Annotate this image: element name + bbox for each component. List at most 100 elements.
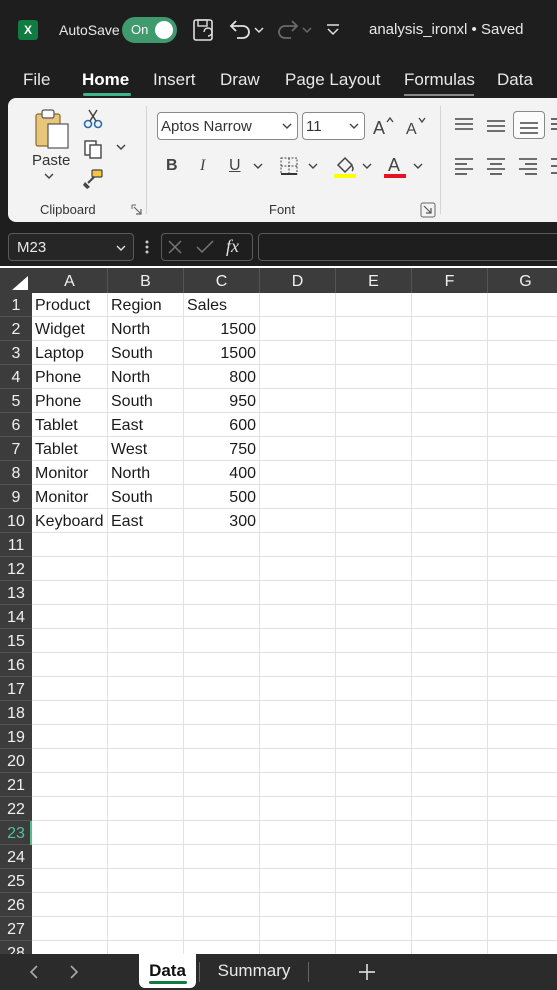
cell-e16[interactable]	[336, 653, 412, 677]
clipboard-dialog-launcher-icon[interactable]	[131, 204, 143, 216]
cell-a7[interactable]: Tablet	[32, 437, 108, 461]
cell-f17[interactable]	[412, 677, 488, 701]
column-header-f[interactable]: F	[412, 268, 488, 293]
cell-a26[interactable]	[32, 893, 108, 917]
cell-d5[interactable]	[260, 389, 336, 413]
tab-file[interactable]: File	[23, 70, 50, 90]
copy-icon[interactable]	[82, 138, 104, 160]
formula-input[interactable]	[258, 233, 557, 261]
cell-d7[interactable]	[260, 437, 336, 461]
cell-a5[interactable]: Phone	[32, 389, 108, 413]
cell-b18[interactable]	[108, 701, 184, 725]
cell-d28[interactable]	[260, 941, 336, 954]
cell-e6[interactable]	[336, 413, 412, 437]
select-all-button[interactable]	[0, 268, 32, 293]
align-left-icon[interactable]	[452, 155, 476, 177]
cell-e14[interactable]	[336, 605, 412, 629]
cell-b20[interactable]	[108, 749, 184, 773]
cell-b3[interactable]: South	[108, 341, 184, 365]
cell-e23[interactable]	[336, 821, 412, 845]
cell-e18[interactable]	[336, 701, 412, 725]
cell-e27[interactable]	[336, 917, 412, 941]
fill-color-icon[interactable]	[333, 153, 357, 179]
cell-g14[interactable]	[488, 605, 557, 629]
cell-d9[interactable]	[260, 485, 336, 509]
cell-c28[interactable]	[184, 941, 260, 954]
column-header-c[interactable]: C	[184, 268, 260, 293]
row-header-7[interactable]: 7	[0, 437, 32, 461]
cell-f4[interactable]	[412, 365, 488, 389]
cell-c11[interactable]	[184, 533, 260, 557]
cell-c6[interactable]: 600	[184, 413, 260, 437]
cell-f20[interactable]	[412, 749, 488, 773]
tab-page-layout[interactable]: Page Layout	[285, 70, 380, 90]
cell-g20[interactable]	[488, 749, 557, 773]
cell-g13[interactable]	[488, 581, 557, 605]
cell-f2[interactable]	[412, 317, 488, 341]
cell-g26[interactable]	[488, 893, 557, 917]
column-header-d[interactable]: D	[260, 268, 336, 293]
row-header-18[interactable]: 18	[0, 701, 32, 725]
cell-g5[interactable]	[488, 389, 557, 413]
cell-g16[interactable]	[488, 653, 557, 677]
cell-f15[interactable]	[412, 629, 488, 653]
decrease-font-size-icon[interactable]: A	[404, 114, 428, 138]
cell-c8[interactable]: 400	[184, 461, 260, 485]
cell-g1[interactable]	[488, 293, 557, 317]
cell-f10[interactable]	[412, 509, 488, 533]
cell-c1[interactable]: Sales	[184, 293, 260, 317]
font-dialog-launcher-icon[interactable]	[420, 202, 436, 218]
cell-f25[interactable]	[412, 869, 488, 893]
cell-e19[interactable]	[336, 725, 412, 749]
cell-d12[interactable]	[260, 557, 336, 581]
save-icon[interactable]	[190, 16, 218, 44]
cell-e13[interactable]	[336, 581, 412, 605]
cell-e7[interactable]	[336, 437, 412, 461]
copy-dropdown-chevron-icon[interactable]	[114, 142, 128, 154]
italic-button[interactable]: I	[200, 157, 205, 175]
cell-f26[interactable]	[412, 893, 488, 917]
cell-f6[interactable]	[412, 413, 488, 437]
document-title[interactable]: analysis_ironxl • Saved	[369, 21, 524, 38]
cell-b2[interactable]: North	[108, 317, 184, 341]
cell-b1[interactable]: Region	[108, 293, 184, 317]
cell-g2[interactable]	[488, 317, 557, 341]
cell-b12[interactable]	[108, 557, 184, 581]
cell-f24[interactable]	[412, 845, 488, 869]
cell-b10[interactable]: East	[108, 509, 184, 533]
paste-dropdown-chevron-icon[interactable]	[42, 172, 56, 182]
tab-home[interactable]: Home	[82, 70, 129, 90]
cell-d8[interactable]	[260, 461, 336, 485]
cell-d1[interactable]	[260, 293, 336, 317]
cell-d16[interactable]	[260, 653, 336, 677]
cell-b8[interactable]: North	[108, 461, 184, 485]
cell-d2[interactable]	[260, 317, 336, 341]
cell-d17[interactable]	[260, 677, 336, 701]
cell-b22[interactable]	[108, 797, 184, 821]
cell-c7[interactable]: 750	[184, 437, 260, 461]
cell-g18[interactable]	[488, 701, 557, 725]
format-painter-icon[interactable]	[82, 168, 104, 190]
cell-f22[interactable]	[412, 797, 488, 821]
cell-c25[interactable]	[184, 869, 260, 893]
cell-f8[interactable]	[412, 461, 488, 485]
row-header-16[interactable]: 16	[0, 653, 32, 677]
cell-c12[interactable]	[184, 557, 260, 581]
cell-e22[interactable]	[336, 797, 412, 821]
scroll-sheets-left-icon[interactable]	[27, 964, 41, 980]
cell-e10[interactable]	[336, 509, 412, 533]
row-header-10[interactable]: 10	[0, 509, 32, 533]
row-header-1[interactable]: 1	[0, 293, 32, 317]
cell-a16[interactable]	[32, 653, 108, 677]
cell-a4[interactable]: Phone	[32, 365, 108, 389]
cell-c15[interactable]	[184, 629, 260, 653]
fill-color-dropdown-chevron-icon[interactable]	[361, 160, 373, 172]
cell-c3[interactable]: 1500	[184, 341, 260, 365]
cell-g21[interactable]	[488, 773, 557, 797]
row-header-21[interactable]: 21	[0, 773, 32, 797]
font-color-dropdown-chevron-icon[interactable]	[412, 160, 424, 172]
cell-g23[interactable]	[488, 821, 557, 845]
cell-g17[interactable]	[488, 677, 557, 701]
cell-c26[interactable]	[184, 893, 260, 917]
autosave-toggle[interactable]: On	[122, 17, 177, 43]
